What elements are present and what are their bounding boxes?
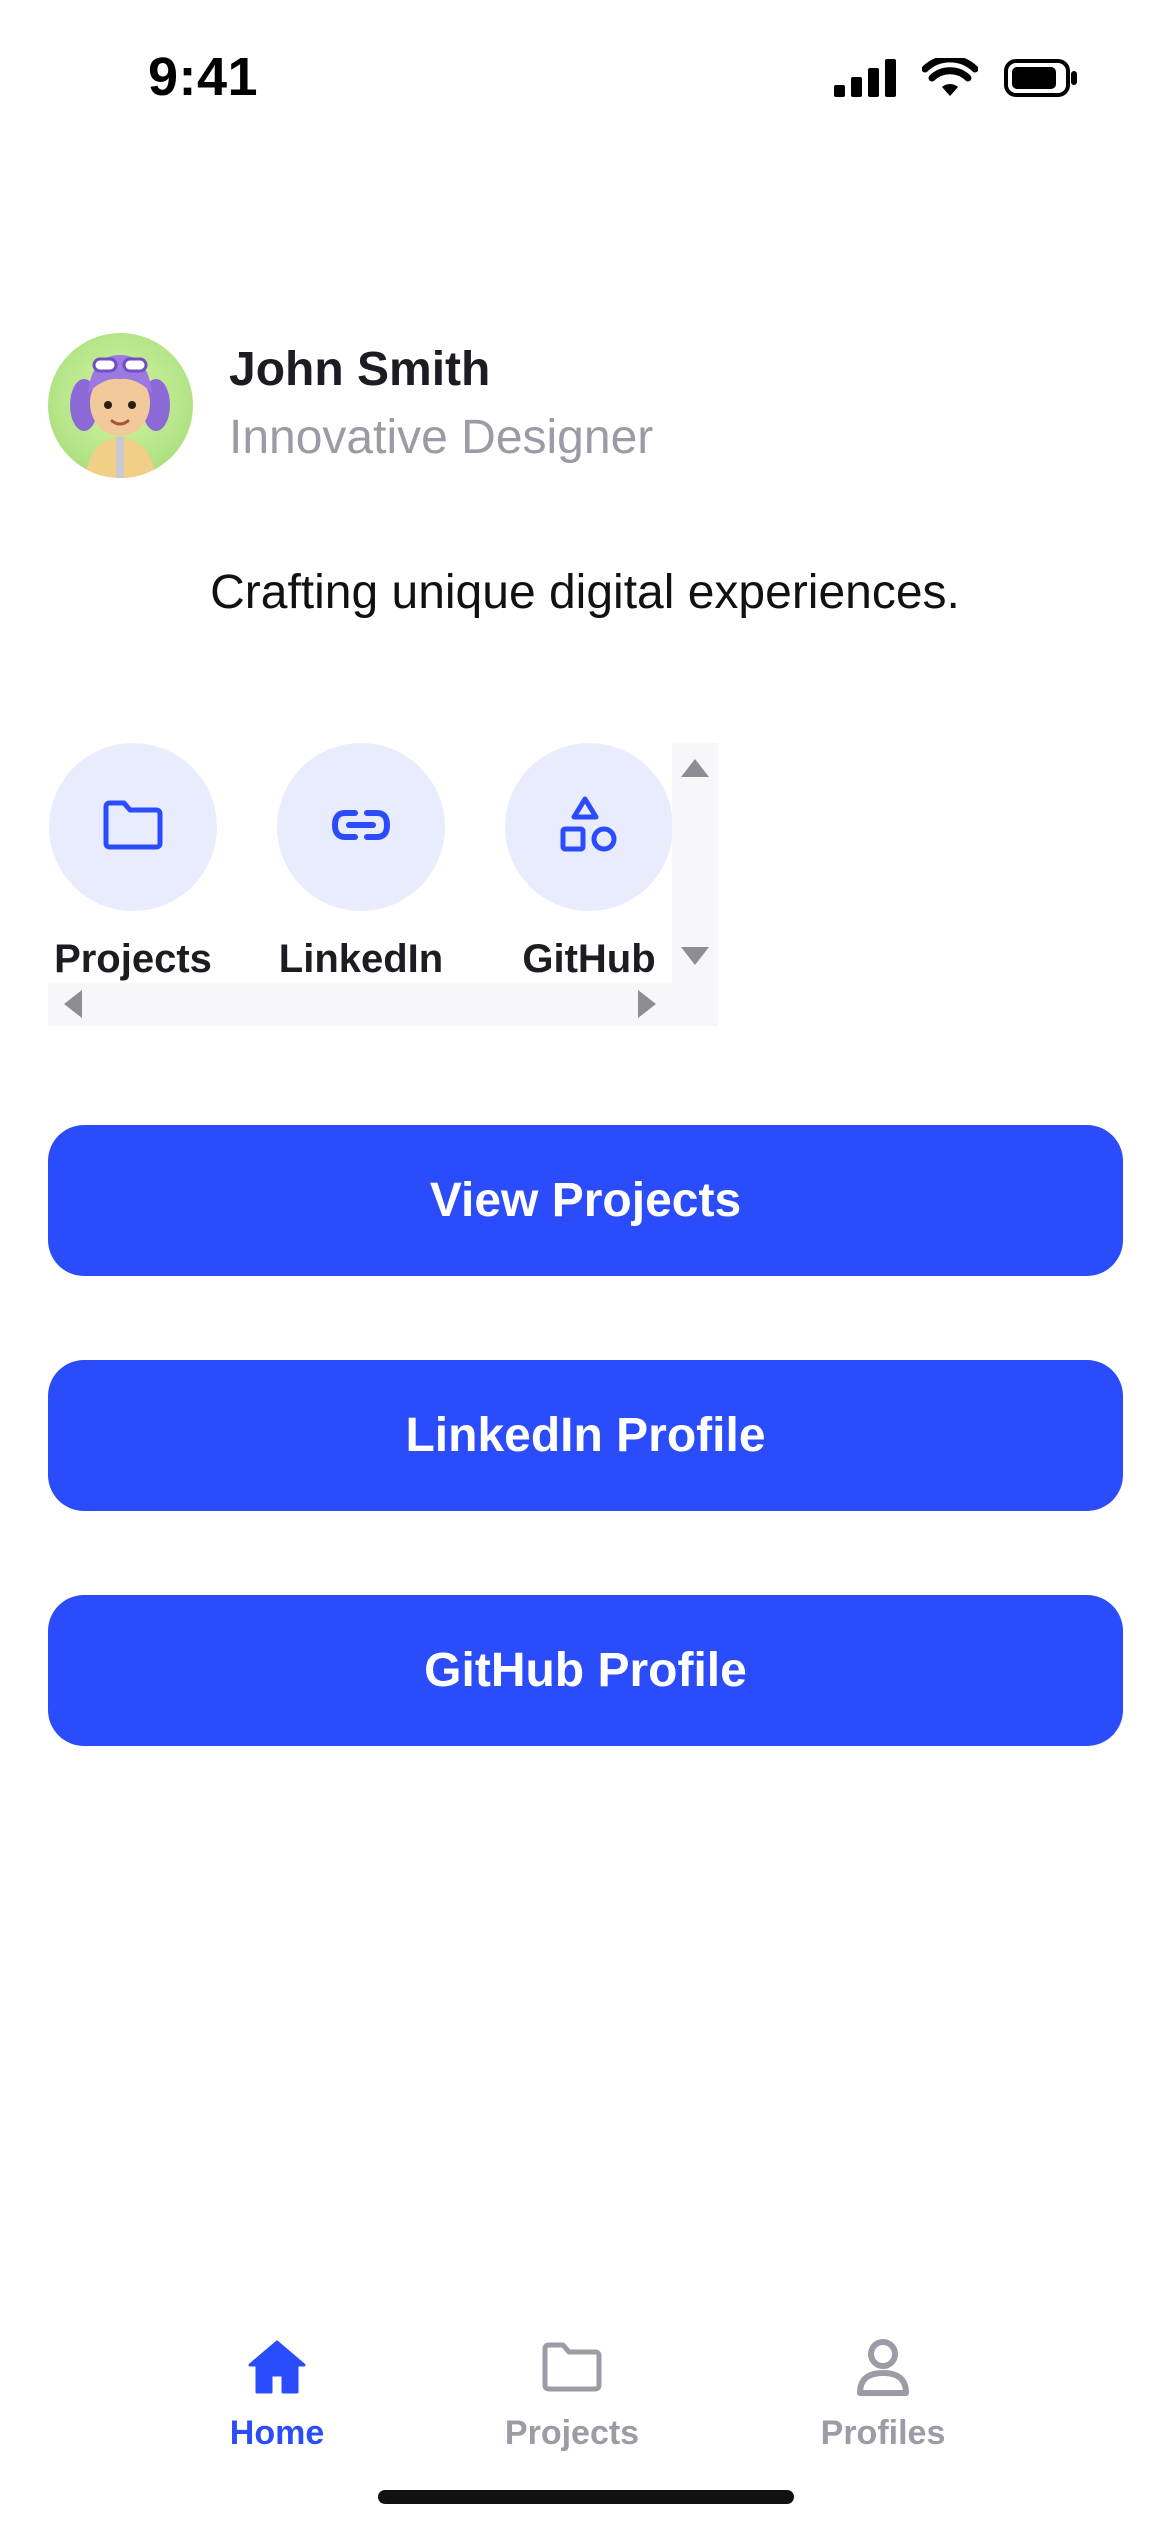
horizontal-scrollbar[interactable] [48,983,718,1026]
profile-header: John Smith Innovative Designer [48,333,653,478]
link-icon [329,805,393,850]
quick-links-scroll-area[interactable]: Projects LinkedIn GitHub [48,743,718,1026]
bottom-tab-bar: Home Projects Profiles [0,2300,1170,2460]
scroll-right-arrow-icon[interactable] [638,990,656,1018]
profile-name: John Smith [229,342,491,396]
status-time: 9:41 [148,47,259,107]
tab-projects[interactable]: Projects [472,2330,672,2453]
quick-link-linkedin[interactable]: LinkedIn [276,743,446,982]
home-icon [177,2330,377,2404]
battery-icon [1004,59,1078,97]
vertical-scrollbar[interactable] [672,743,718,983]
tab-home[interactable]: Home [177,2330,377,2453]
tab-label: Projects [504,2414,640,2452]
profile-title: Innovative Designer [229,410,654,464]
tab-label: Profiles [820,2414,946,2452]
wifi-icon [922,58,978,98]
folder-icon [472,2330,672,2404]
quick-link-label: GitHub [522,937,656,981]
quick-link-projects-circle [49,743,217,911]
quick-link-label: LinkedIn [278,937,444,981]
scroll-up-arrow-icon[interactable] [681,759,709,777]
github-profile-button[interactable]: GitHub Profile [48,1595,1123,1746]
status-bar: 9:41 [0,0,1170,160]
home-indicator[interactable] [378,2490,794,2504]
quick-link-github-circle [505,743,673,911]
home-screen: 9:41 John Smith Innovative Designer Craf… [0,0,1170,2532]
status-icons [834,58,1078,98]
person-icon [783,2330,983,2404]
quick-links-list: Projects LinkedIn GitHub [48,743,674,983]
avatar [48,333,193,478]
quick-link-projects[interactable]: Projects [48,743,218,982]
quick-link-linkedin-circle [277,743,445,911]
scroll-down-arrow-icon[interactable] [681,947,709,965]
folder-icon [102,799,164,856]
shapes-icon [559,795,619,860]
cellular-signal-icon [834,59,896,97]
quick-link-github[interactable]: GitHub [504,743,674,982]
avatar-illustration [70,355,170,478]
view-projects-button[interactable]: View Projects [48,1125,1123,1276]
tab-label: Home [229,2414,325,2452]
linkedin-profile-button[interactable]: LinkedIn Profile [48,1360,1123,1511]
profile-tagline: Crafting unique digital experiences. [210,566,960,619]
quick-link-label: Projects [54,937,212,981]
tab-profiles[interactable]: Profiles [783,2330,983,2453]
scroll-left-arrow-icon[interactable] [64,990,82,1018]
